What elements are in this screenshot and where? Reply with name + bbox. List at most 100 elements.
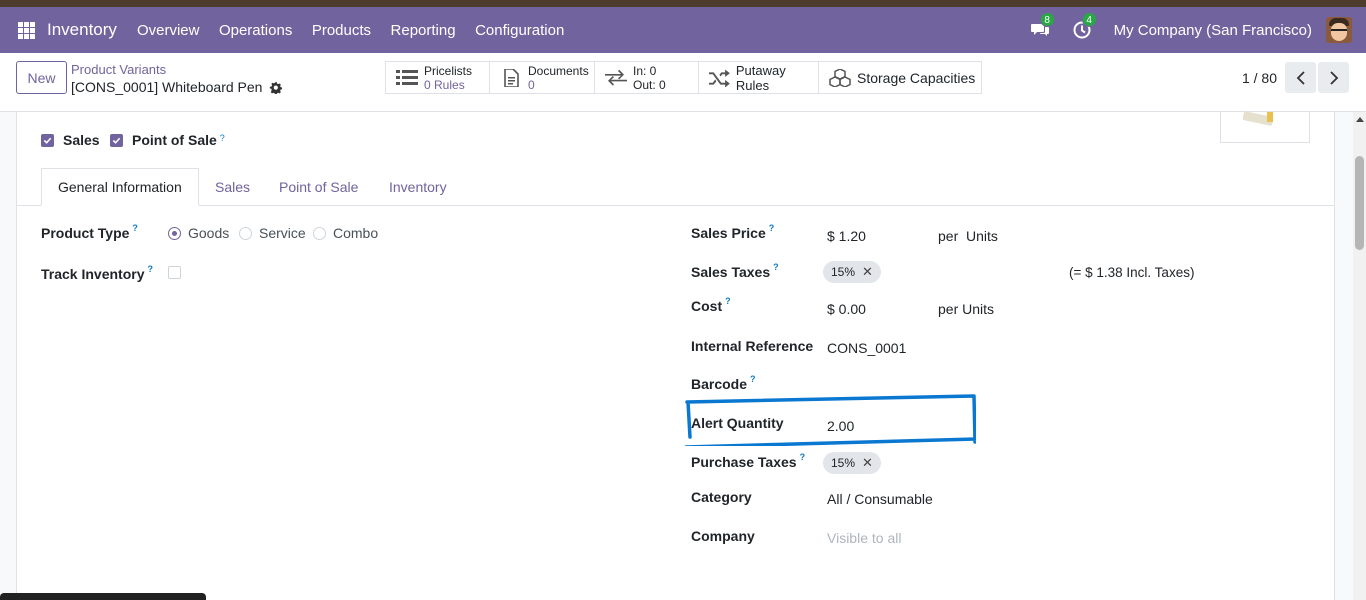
menu-configuration[interactable]: Configuration	[475, 22, 564, 39]
cost-unit: per Units	[938, 301, 995, 317]
sales-taxes-incl: (= $ 1.38 Incl. Taxes)	[1069, 265, 1195, 280]
cubes-icon	[829, 68, 851, 87]
menu-products[interactable]: Products	[312, 22, 371, 39]
track-inventory-label: Track Inventory?	[41, 264, 154, 282]
sales-price-label: Sales Price?	[691, 223, 775, 241]
pager-value[interactable]: 1 / 80	[1242, 70, 1277, 86]
goods-label: Goods	[188, 225, 230, 241]
sales-option[interactable]: Sales	[41, 132, 100, 148]
tab-point-of-sale[interactable]: Point of Sale	[279, 168, 358, 206]
help-icon[interactable]: ?	[132, 223, 138, 233]
pos-checkbox[interactable]	[110, 133, 123, 147]
help-icon[interactable]: ?	[773, 262, 779, 272]
user-avatar[interactable]	[1326, 17, 1352, 43]
scrollbar-thumb[interactable]	[1355, 156, 1364, 250]
pricelists-smart-button[interactable]: Pricelists 0 Rules	[386, 62, 490, 93]
in-count: In: 0	[633, 63, 657, 78]
tab-sales[interactable]: Sales	[215, 168, 250, 206]
activities-button[interactable]: 4	[1072, 12, 1097, 40]
product-type-goods[interactable]: Goods	[168, 225, 229, 241]
company-input[interactable]: Visible to all	[827, 530, 901, 546]
combo-label: Combo	[333, 225, 379, 241]
top-menu: Overview Operations Products Reporting C…	[137, 22, 584, 39]
documents-value: 0	[528, 77, 535, 92]
form-content: Sales Point of Sale ? General Informatio…	[0, 110, 1366, 600]
menu-reporting[interactable]: Reporting	[391, 22, 456, 39]
pos-option[interactable]: Point of Sale ?	[110, 132, 225, 148]
documents-smart-button[interactable]: Documents 0	[490, 62, 595, 93]
notebook-tabs: General Information Sales Point of Sale …	[16, 168, 1335, 206]
purchase-taxes-label: Purchase Taxes?	[691, 452, 806, 470]
remove-tag-icon[interactable]: ✕	[862, 264, 873, 280]
product-type-service[interactable]: Service	[239, 225, 306, 241]
documents-label: Documents	[528, 63, 589, 78]
messages-button[interactable]: 8	[1030, 12, 1055, 40]
sales-taxes-label: Sales Taxes?	[691, 262, 779, 280]
pager-previous-button[interactable]	[1285, 62, 1316, 93]
help-icon[interactable]: ?	[725, 296, 731, 306]
combo-radio[interactable]	[313, 226, 326, 240]
breadcrumb-current: [CONS_0001] Whiteboard Pen	[71, 79, 283, 95]
sales-tax-tag-label: 15%	[831, 265, 856, 279]
scroll-up-arrow-icon[interactable]	[1356, 117, 1364, 122]
storage-capacities-label: Storage Capacities	[857, 69, 976, 86]
new-button[interactable]: New	[16, 61, 67, 94]
apps-menu-icon[interactable]	[18, 21, 35, 39]
help-icon[interactable]: ?	[769, 223, 775, 233]
app-name[interactable]: Inventory	[47, 20, 117, 40]
pager-next-button[interactable]	[1318, 62, 1349, 93]
purchase-tax-tag[interactable]: 15% ✕	[823, 452, 881, 474]
check-icon	[43, 137, 52, 144]
record-title: [CONS_0001] Whiteboard Pen	[71, 79, 263, 95]
sales-price-unit: per Units	[938, 228, 998, 244]
browser-status-bar	[0, 593, 206, 600]
in-out-smart-button[interactable]: In: 0 Out: 0	[595, 62, 699, 93]
cost-label: Cost?	[691, 296, 731, 314]
internal-reference-input[interactable]: CONS_0001	[827, 340, 906, 356]
pricelists-value: 0 Rules	[424, 77, 465, 92]
category-input[interactable]: All / Consumable	[827, 491, 933, 507]
help-icon[interactable]: ?	[148, 264, 154, 274]
exchange-arrows-icon	[605, 69, 627, 86]
sales-tax-tag[interactable]: 15% ✕	[823, 261, 881, 283]
menu-operations[interactable]: Operations	[219, 22, 292, 39]
tab-inventory[interactable]: Inventory	[389, 168, 447, 206]
help-icon[interactable]: ?	[220, 133, 225, 143]
sales-checkbox[interactable]	[41, 133, 54, 147]
service-radio[interactable]	[239, 226, 252, 240]
remove-tag-icon[interactable]: ✕	[862, 455, 873, 471]
alert-quantity-input[interactable]: 2.00	[827, 418, 854, 434]
purchase-tax-tag-label: 15%	[831, 456, 856, 470]
cost-input[interactable]: $ 0.00	[827, 301, 866, 317]
product-type-combo[interactable]: Combo	[313, 225, 378, 241]
document-icon	[504, 68, 519, 87]
company-switcher[interactable]: My Company (San Francisco)	[1114, 22, 1312, 39]
main-navbar: Inventory Overview Operations Products R…	[0, 7, 1366, 53]
internal-reference-label: Internal Reference	[691, 338, 814, 354]
help-icon[interactable]: ?	[750, 374, 756, 384]
check-icon	[112, 137, 121, 144]
barcode-input[interactable]	[827, 376, 1097, 396]
barcode-label: Barcode?	[691, 374, 756, 392]
storage-capacities-smart-button[interactable]: Storage Capacities	[819, 62, 981, 93]
smart-buttons: Pricelists 0 Rules Documents 0 In: 0 Out…	[385, 61, 982, 94]
product-image[interactable]	[1220, 110, 1310, 143]
page-scrollbar[interactable]	[1353, 112, 1366, 600]
browser-top-strip	[0, 0, 1366, 7]
breadcrumb-parent[interactable]: Product Variants	[71, 62, 166, 77]
track-inventory-checkbox[interactable]	[168, 266, 181, 279]
putaway-rules-label: Putaway Rules	[735, 62, 786, 93]
goods-radio[interactable]	[168, 226, 181, 240]
menu-overview[interactable]: Overview	[137, 22, 200, 39]
alert-quantity-label: Alert Quantity	[691, 415, 784, 431]
tab-general-information[interactable]: General Information	[41, 168, 199, 206]
control-panel: New Product Variants [CONS_0001] Whitebo…	[0, 53, 1366, 112]
putaway-rules-smart-button[interactable]: Putaway Rules	[699, 62, 819, 93]
gear-icon[interactable]	[269, 81, 283, 94]
chevron-right-icon	[1329, 70, 1338, 85]
category-label: Category	[691, 489, 752, 505]
help-icon[interactable]: ?	[800, 452, 806, 462]
company-label: Company	[691, 528, 755, 544]
sales-price-input[interactable]: $ 1.20	[827, 228, 866, 244]
navbar-right: 8 4 My Company (San Francisco)	[1030, 7, 1366, 53]
